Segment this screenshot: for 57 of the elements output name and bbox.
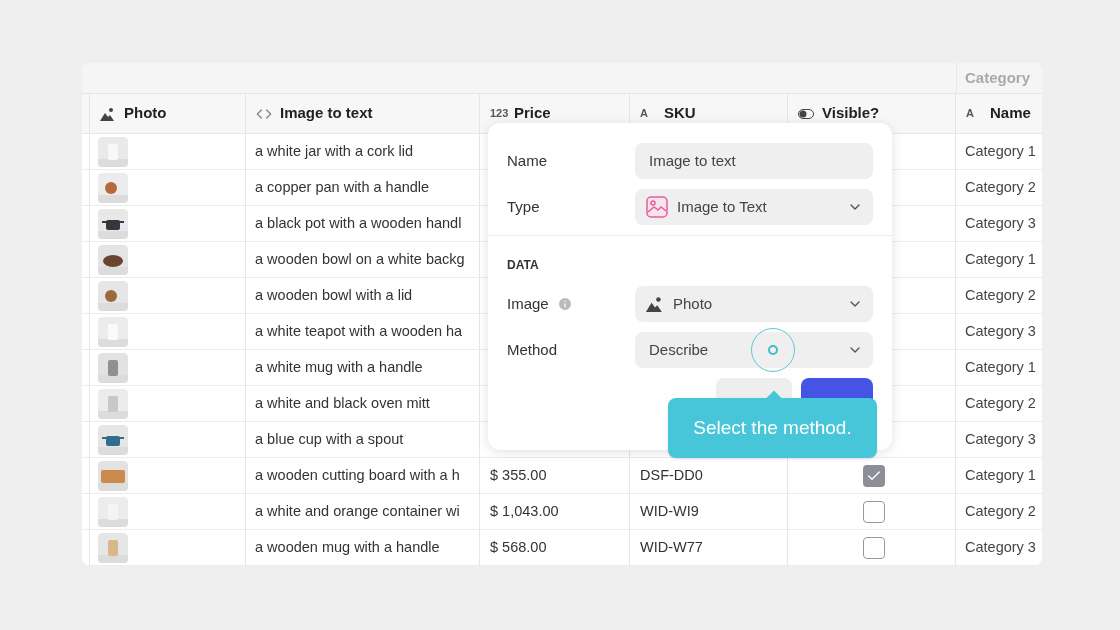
table-cell-text: a wooden bowl with a lid	[255, 285, 413, 305]
name-field[interactable]: Image to text	[635, 143, 873, 179]
select-field[interactable]: Photo	[635, 286, 873, 322]
table-cell-text: WID-W77	[640, 537, 703, 557]
checkbox[interactable]	[862, 464, 885, 487]
table-cell-text: Category 1	[965, 141, 1036, 161]
table-cell-text: WID-WI9	[640, 501, 699, 521]
table-cell-text: a white mug with a handle	[255, 357, 423, 377]
table-cell-text: a white and black oven mitt	[255, 393, 430, 413]
table-cell-text: a white jar with a cork lid	[255, 141, 413, 161]
type-glyph: A	[966, 106, 975, 122]
image-icon	[645, 195, 669, 219]
photo-icon	[100, 105, 116, 122]
tooltip: Select the method.	[668, 398, 877, 458]
select-field[interactable]: Image to Text	[635, 189, 873, 225]
table-cell-text: Category 3	[965, 429, 1036, 449]
field-label: Type	[507, 196, 540, 217]
table-cell-text: Category 1	[965, 357, 1036, 377]
table-cell-text: a white teapot with a wooden ha	[255, 321, 463, 341]
column-header[interactable]: Photo	[90, 94, 246, 133]
column-header[interactable]: A Name	[956, 94, 1042, 133]
table-cell-text: $ 568.00	[490, 537, 547, 557]
table-cell-text: Category 3	[965, 213, 1036, 233]
field-label: Method	[507, 339, 558, 360]
table-cell-text: DSF-DD0	[640, 465, 703, 485]
table-cell-text: $ 355.00	[490, 465, 547, 485]
table-cell-text: a wooden cutting board with a h	[255, 465, 460, 485]
select-value: Photo	[673, 293, 713, 314]
table-cell-text: Category 2	[965, 393, 1036, 413]
field-label: Image	[507, 293, 549, 314]
table-cell-text: Category 1	[965, 465, 1036, 485]
toggle-icon	[798, 108, 814, 119]
field-label: Name	[507, 150, 547, 171]
table-cell-text: Category 1	[965, 249, 1036, 269]
checkbox[interactable]	[862, 536, 885, 559]
table-cell-text: Category 3	[965, 537, 1036, 557]
table-cell-text: Category 2	[965, 285, 1036, 305]
select-value: Image to Text	[677, 196, 767, 217]
table-cell-text: Category 3	[965, 321, 1036, 341]
table-cell-text: a copper pan with a handle	[255, 177, 430, 197]
column-header[interactable]: Image to text	[246, 94, 480, 133]
table-cell-text: Category 2	[965, 501, 1036, 521]
section-heading: DATA	[507, 257, 540, 274]
table-cell-text: Category 2	[965, 177, 1036, 197]
table-cell-text: a white and orange container wi	[255, 501, 460, 521]
checkbox[interactable]	[862, 500, 885, 523]
type-glyph: 123	[490, 106, 506, 122]
select-value: Describe	[648, 339, 709, 360]
photo-icon	[645, 296, 665, 312]
table-cell-text: a black pot with a wooden handl	[255, 213, 462, 233]
type-glyph: A	[640, 106, 649, 122]
table-cell-text: $ 1,043.00	[490, 501, 559, 521]
table-cell-text: a wooden bowl on a white backg	[255, 249, 465, 269]
group-header: Category	[965, 67, 1031, 88]
table-cell-text: a wooden mug with a handle	[255, 537, 440, 557]
select-field[interactable]: Describe	[635, 332, 873, 368]
table-cell-text: a blue cup with a spout	[255, 429, 404, 449]
